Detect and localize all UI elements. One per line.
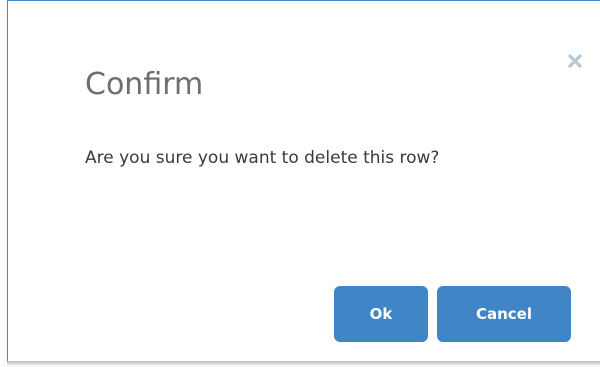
confirm-dialog: Confirm Are you sure you want to delete … (7, 0, 600, 362)
dialog-message: Are you sure you want to delete this row… (85, 148, 440, 168)
ok-button[interactable]: Ok (334, 286, 428, 342)
dialog-title: Confirm (85, 67, 204, 102)
close-icon (568, 54, 582, 68)
cancel-button[interactable]: Cancel (437, 286, 571, 342)
dialog-shadow (7, 361, 600, 367)
close-button[interactable] (564, 50, 586, 72)
